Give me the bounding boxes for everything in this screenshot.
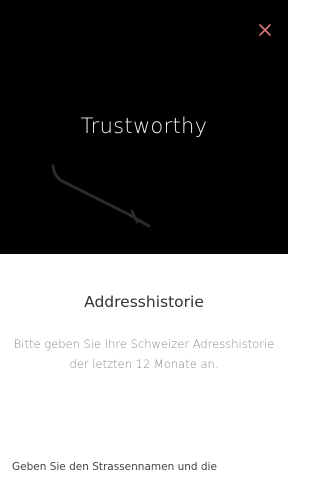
address-history-screen: Trustworthy Addresshistorie Bitte geben … — [0, 0, 288, 480]
instruction-text: Geben Sie den Strassennamen und die — [12, 461, 217, 473]
close-icon — [259, 24, 271, 36]
brand-title: Trustworthy — [80, 114, 208, 138]
page-title: Addresshistorie — [84, 293, 204, 311]
hero-banner: Trustworthy — [0, 0, 288, 254]
page-description: Bitte geben Sie Ihre Schweizer Adresshis… — [13, 337, 275, 371]
close-button[interactable] — [254, 19, 276, 41]
